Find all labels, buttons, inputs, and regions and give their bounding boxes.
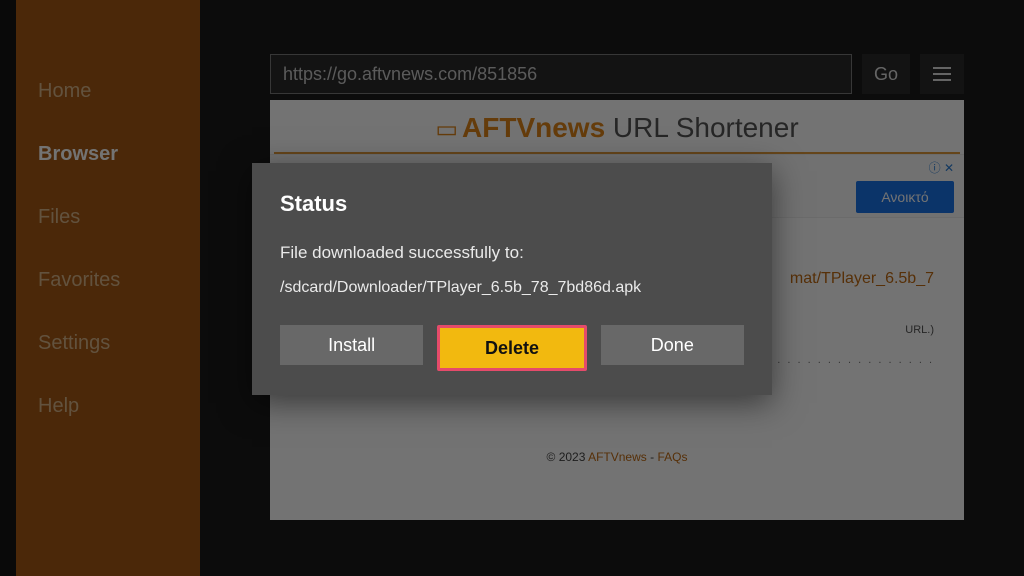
status-dialog: Status File downloaded successfully to: …: [252, 163, 772, 395]
install-button[interactable]: Install: [280, 325, 423, 365]
dialog-title: Status: [280, 191, 744, 217]
dialog-file-path: /sdcard/Downloader/TPlayer_6.5b_78_7bd86…: [280, 279, 744, 297]
done-button[interactable]: Done: [601, 325, 744, 365]
dialog-message: File downloaded successfully to:: [280, 243, 744, 263]
dialog-button-row: Install Delete Done: [280, 325, 744, 371]
delete-button[interactable]: Delete: [440, 328, 583, 368]
delete-button-focus-ring: Delete: [437, 325, 586, 371]
app-root: Home Browser Files Favorites Settings He…: [0, 0, 1024, 576]
